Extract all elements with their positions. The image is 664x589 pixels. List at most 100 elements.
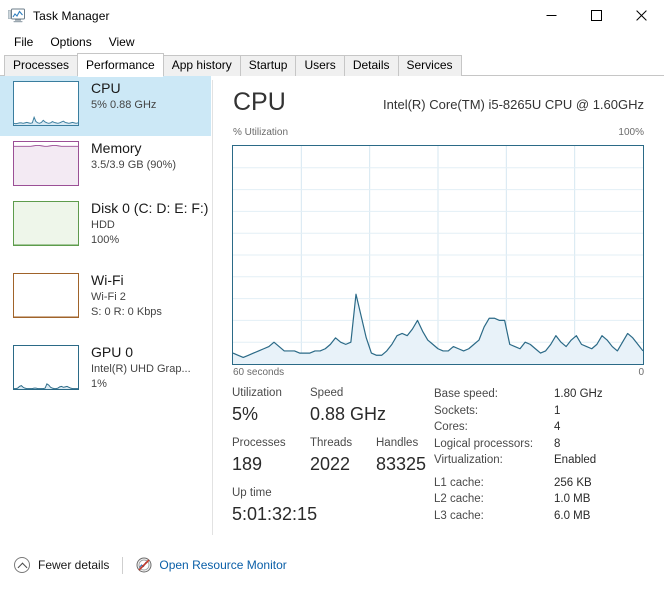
stats-row-1: Utilization 5% Speed 0.88 GHz [232,385,442,426]
spec-row-l2-cache: L2 cache: 1.0 MB [434,491,664,508]
tab-performance[interactable]: Performance [77,53,164,77]
sidebar-item-wifi-title: Wi-Fi [91,272,124,288]
sidebar-item-wifi-text: Wi-Fi Wi-Fi 2 S: 0 R: 0 Kbps [91,271,162,319]
stat-utilization: Utilization 5% [232,385,310,426]
sidebar-item-disk-sub2: 100% [91,234,120,246]
spec-value-logical-processors: 8 [554,437,561,450]
task-manager-window: Task Manager File Options View Processes… [0,0,664,589]
menu-bar: File Options View [0,31,664,53]
chevron-up-icon [14,557,30,573]
spec-key-l1-cache: L1 cache: [434,476,484,489]
graph-x-axis-start: 60 seconds [233,367,285,378]
open-resource-monitor-link[interactable]: Open Resource Monitor [136,557,287,573]
tab-startup[interactable]: Startup [239,55,297,76]
cpu-stats-left: Utilization 5% Speed 0.88 GHz Processes … [232,385,442,526]
close-button[interactable] [619,0,664,31]
sidebar-item-memory-text: Memory 3.5/3.9 GB (90%) [91,139,176,172]
tab-processes[interactable]: Processes [4,55,79,76]
sidebar-item-wifi[interactable]: Wi-Fi Wi-Fi 2 S: 0 R: 0 Kbps [0,268,211,340]
stat-speed-label: Speed [310,387,344,399]
title-bar: Task Manager [0,0,664,31]
menu-options[interactable]: Options [43,33,99,52]
window-controls [529,0,664,31]
stat-speed: Speed 0.88 GHz [310,385,386,426]
sidebar-item-memory[interactable]: Memory 3.5/3.9 GB (90%) [0,136,211,196]
sidebar-item-disk-title: Disk 0 (C: D: E: F:) [91,200,209,216]
memory-mini-graph [13,141,79,186]
disk-mini-graph [13,201,79,246]
menu-view[interactable]: View [102,33,143,52]
sidebar-item-wifi-sub: Wi-Fi 2 [91,291,126,303]
footer-divider [122,556,124,574]
spec-value-cores: 4 [554,421,561,433]
cpu-mini-graph [13,81,79,126]
stats-row-3: Up time 5:01:32:15 [232,485,442,526]
tab-app-history[interactable]: App history [162,55,241,76]
stat-threads: Threads 2022 [310,435,376,476]
tab-users[interactable]: Users [295,55,345,76]
minimize-button[interactable] [529,0,574,31]
stat-processes-value: 189 [232,454,263,474]
sidebar-item-memory-sub: 3.5/3.9 GB (90%) [91,159,176,171]
stat-uptime-value: 5:01:32:15 [232,504,318,524]
stats-row-2: Processes 189 Threads 2022 Handles 83325 [232,435,442,476]
sidebar-item-memory-title: Memory [91,140,142,156]
tab-details[interactable]: Details [343,55,399,76]
spec-key-cores: Cores: [434,421,468,433]
sidebar-item-disk-sub: HDD [91,219,115,231]
sidebar-item-disk[interactable]: Disk 0 (C: D: E: F:) HDD 100% [0,196,211,268]
wifi-mini-graph [13,273,79,318]
cpu-detail-panel: CPU Intel(R) Core(TM) i5-8265U CPU @ 1.6… [213,76,664,541]
stat-uptime-label: Up time [232,487,272,499]
spec-value-base-speed: 1.80 GHz [554,388,603,400]
gpu-mini-graph [13,345,79,390]
menu-file[interactable]: File [7,33,41,52]
spec-key-sockets: Sockets: [434,404,479,417]
spec-row-cores: Cores: 4 [434,419,664,436]
maximize-button[interactable] [574,0,619,31]
window-title: Task Manager [33,8,110,23]
graph-x-axis-end: 0 [638,367,644,378]
stat-speed-value: 0.88 GHz [310,404,387,424]
stat-processes-label: Processes [232,437,286,449]
spec-key-l3-cache: L3 cache: [434,509,484,522]
spec-value-l1-cache: 256 KB [554,476,592,489]
sidebar-item-gpu[interactable]: GPU 0 Intel(R) UHD Grap... 1% [0,340,211,412]
fewer-details-label: Fewer details [38,558,110,572]
sidebar-item-gpu-title: GPU 0 [91,344,134,360]
spec-row-l3-cache: L3 cache: 6.0 MB [434,508,664,525]
spec-row-logical-processors: Logical processors: 8 [434,436,664,453]
cpu-utilization-graph[interactable] [232,145,644,365]
sidebar-item-cpu-title: CPU [91,80,121,96]
spec-value-l3-cache: 6.0 MB [554,509,591,522]
stat-handles-label: Handles [376,437,419,449]
sidebar-item-cpu[interactable]: CPU 5% 0.88 GHz [0,76,211,136]
cpu-specs-list: Base speed: 1.80 GHz Sockets: 1 Cores: 4… [434,386,664,524]
stat-threads-label: Threads [310,437,353,449]
status-bar: Fewer details Open Resource Monitor [0,541,664,589]
graph-y-axis-label: % Utilization [233,127,289,138]
stat-uptime: Up time 5:01:32:15 [232,485,317,526]
task-manager-icon [8,8,25,24]
resource-monitor-icon [136,557,152,573]
tab-strip: Processes Performance App history Startu… [0,53,664,77]
stat-threads-value: 2022 [310,454,351,474]
sidebar-item-gpu-text: GPU 0 Intel(R) UHD Grap... 1% [91,343,191,391]
sidebar-item-wifi-sub2: S: 0 R: 0 Kbps [91,306,162,318]
sidebar-item-disk-text: Disk 0 (C: D: E: F:) HDD 100% [91,199,208,247]
spec-value-sockets: 1 [554,404,561,417]
sidebar-item-gpu-sub: Intel(R) UHD Grap... [91,363,191,375]
spec-key-l2-cache: L2 cache: [434,493,484,505]
tab-services[interactable]: Services [397,55,462,76]
fewer-details-button[interactable]: Fewer details [14,557,109,573]
spec-key-virtualization: Virtualization: [434,454,503,466]
spec-value-virtualization: Enabled [554,454,597,466]
cpu-model-label: Intel(R) Core(TM) i5-8265U CPU @ 1.60GHz [383,97,644,112]
resource-sidebar: CPU 5% 0.88 GHz Memory 3.5/3.9 GB (90%) [0,76,213,541]
graph-y-axis-max: 100% [618,127,644,138]
spec-key-base-speed: Base speed: [434,388,498,400]
spec-row-virtualization: Virtualization: Enabled [434,452,664,469]
open-resource-monitor-label: Open Resource Monitor [159,558,287,572]
sidebar-item-gpu-sub2: 1% [91,378,107,390]
spec-row-base-speed: Base speed: 1.80 GHz [434,386,664,403]
